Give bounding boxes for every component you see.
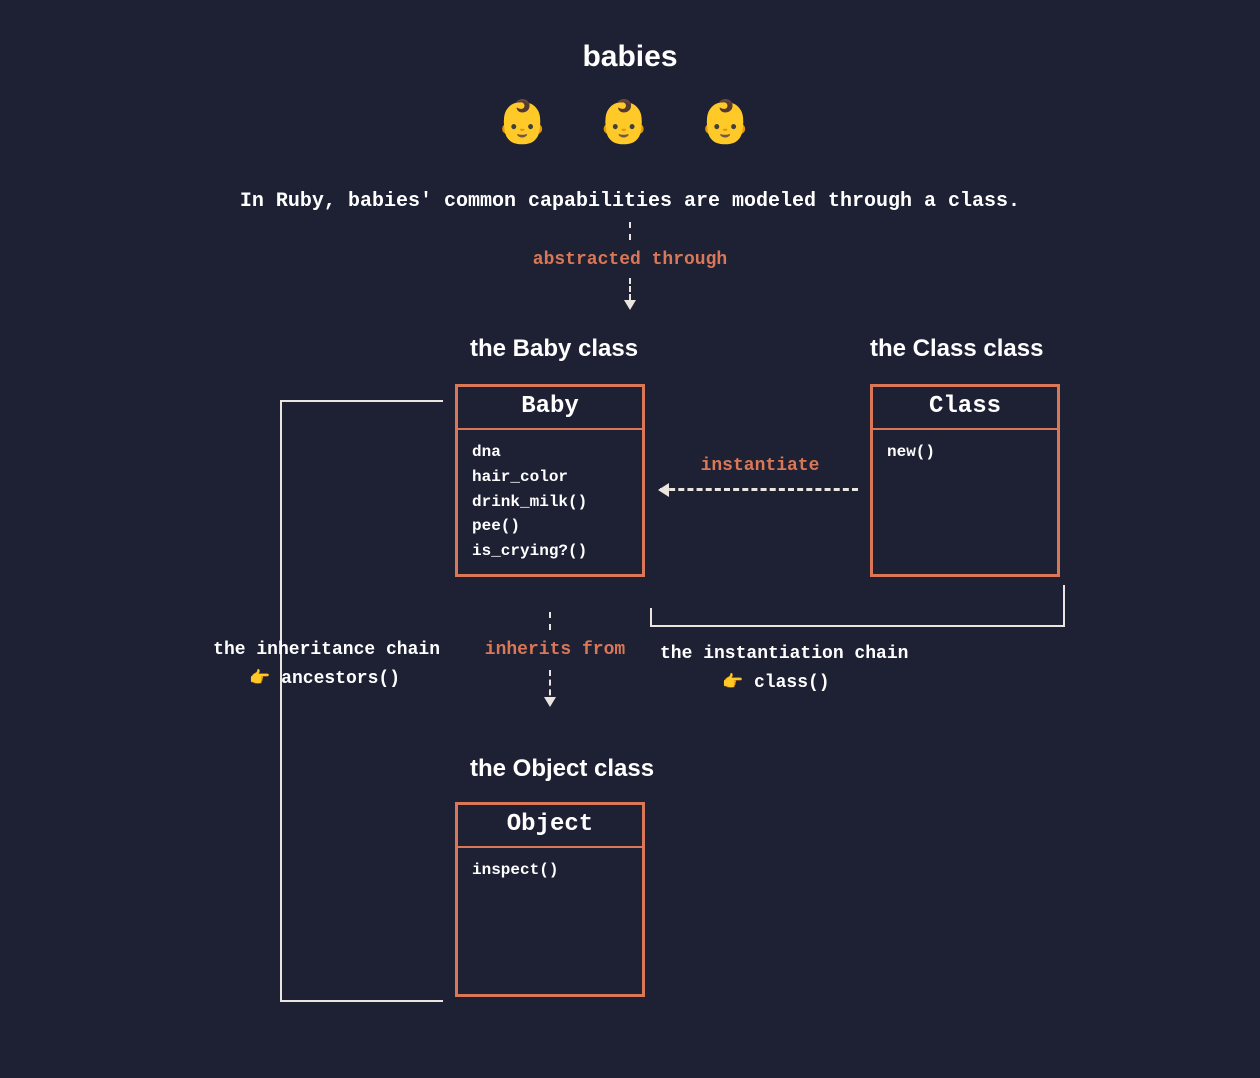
label-instantiation-chain: the instantiation chain 👉 class() [660, 640, 1060, 698]
diagram-title: babies [0, 40, 1260, 74]
bracket-connector [280, 400, 443, 402]
class-name: Baby [458, 387, 642, 430]
chain-label: the inheritance chain [130, 636, 440, 665]
baby-icon: 👶 [496, 101, 560, 149]
heading-object-class: the Object class [470, 755, 654, 783]
baby-emoji-row: 👶 👶 👶 [0, 98, 1260, 149]
baby-icon: 👶 [598, 101, 662, 149]
bracket-connector [650, 625, 1065, 627]
class-members: inspect() [458, 848, 642, 994]
class-box-class: Class new() [870, 384, 1060, 577]
chain-label: the instantiation chain [660, 640, 1060, 669]
arrow-down-icon [629, 278, 631, 308]
bracket-connector [1063, 585, 1065, 625]
label-abstracted-through: abstracted through [0, 250, 1260, 270]
baby-icon: 👶 [699, 101, 763, 149]
diagram-description: In Ruby, babies' common capabilities are… [0, 190, 1260, 213]
connector-tick [629, 222, 631, 240]
class-members: dna hair_color drink_milk() pee() is_cry… [458, 430, 642, 574]
arrow-down-icon [549, 670, 551, 705]
bracket-connector [650, 608, 652, 625]
finger-right-icon: 👉 [722, 674, 743, 693]
class-name: Class [873, 387, 1057, 430]
arrow-left-icon [660, 488, 858, 491]
connector-tick [549, 612, 551, 630]
heading-class-class: the Class class [870, 335, 1043, 363]
class-members: new() [873, 430, 1057, 574]
class-box-baby: Baby dna hair_color drink_milk() pee() i… [455, 384, 645, 577]
finger-right-icon: 👉 [249, 670, 270, 689]
label-instantiate: instantiate [660, 456, 860, 476]
chain-method: ancestors() [281, 669, 400, 689]
bracket-connector [280, 1000, 443, 1002]
label-inheritance-chain: the inheritance chain 👉 ancestors() [130, 636, 440, 694]
label-inherits-from: inherits from [460, 640, 650, 660]
chain-method: class() [754, 673, 830, 693]
bracket-connector [280, 400, 282, 1000]
class-box-object: Object inspect() [455, 802, 645, 997]
heading-baby-class: the Baby class [470, 335, 638, 363]
class-name: Object [458, 805, 642, 848]
